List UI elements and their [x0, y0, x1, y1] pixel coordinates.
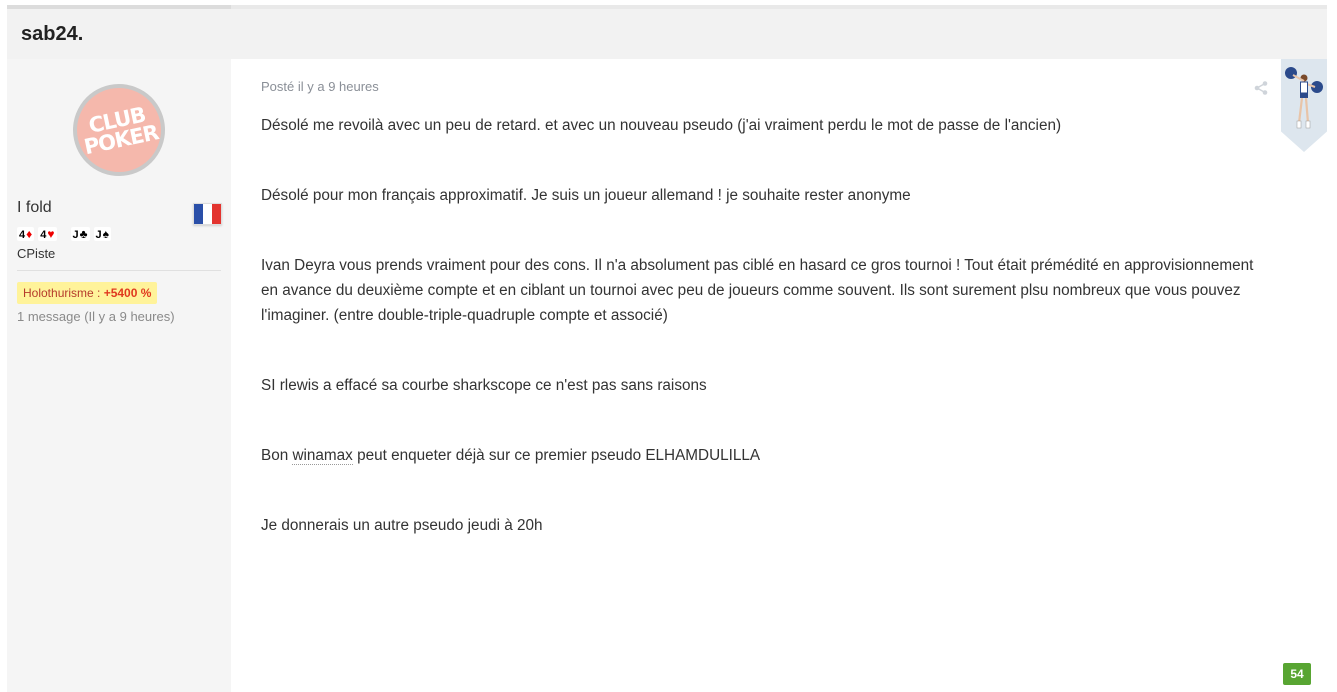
card-4-diamonds: 4♦ — [17, 227, 35, 241]
post-body: Désolé me revoilà avec un peu de retard.… — [261, 113, 1271, 583]
card-j-spades: J♠ — [93, 227, 111, 241]
sidebar-divider — [17, 270, 221, 271]
card-j-clubs: J♣ — [70, 227, 90, 241]
paragraph-4: SI rlewis a effacé sa courbe sharkscope … — [261, 377, 707, 394]
winamax-link[interactable]: winamax — [292, 447, 353, 465]
paragraph-5: Bon winamax peut enqueter déjà sur ce pr… — [261, 447, 761, 465]
post-content: Posté il y a 9 heures Désolé me revoilà … — [231, 59, 1327, 692]
reputation-value: +5400 % — [103, 286, 152, 300]
author-rank-title: CPiste — [17, 246, 56, 261]
reputation-label: Holothurisme : — [23, 286, 104, 300]
france-flag-icon — [193, 203, 222, 225]
post-timestamp[interactable]: Posté il y a 9 heures — [261, 79, 379, 94]
paragraph-6: Je donnerais un autre pseudo jeudi à 20h — [261, 517, 543, 534]
post-author-title[interactable]: sab24. — [21, 23, 83, 46]
forum-post: sab24. CLUB POKER I fold 4♦ 4♥ J♣ J♠ CPi… — [7, 5, 1327, 692]
paragraph-2: Désolé pour mon français approximatif. J… — [261, 187, 911, 204]
avatar[interactable]: CLUB POKER — [64, 75, 174, 185]
reaction-score-badge[interactable]: 54 — [1283, 663, 1311, 685]
poker-hand: 4♦ 4♥ J♣ J♠ — [17, 227, 111, 241]
post-header: sab24. — [7, 9, 1327, 59]
author-name[interactable]: I fold — [17, 199, 52, 217]
author-sidebar: CLUB POKER I fold 4♦ 4♥ J♣ J♠ CPiste Hol… — [7, 59, 231, 692]
card-4-hearts: 4♥ — [38, 227, 57, 241]
post-count: 1 message (Il y a 9 heures) — [17, 309, 175, 324]
share-icon[interactable] — [1253, 80, 1269, 96]
paragraph-3: Ivan Deyra vous prends vraiment pour des… — [261, 257, 1254, 324]
paragraph-1: Désolé me revoilà avec un peu de retard.… — [261, 117, 1062, 134]
reputation-badge: Holothurisme : +5400 % — [17, 282, 158, 304]
cheerleader-ribbon-icon — [1285, 67, 1323, 129]
